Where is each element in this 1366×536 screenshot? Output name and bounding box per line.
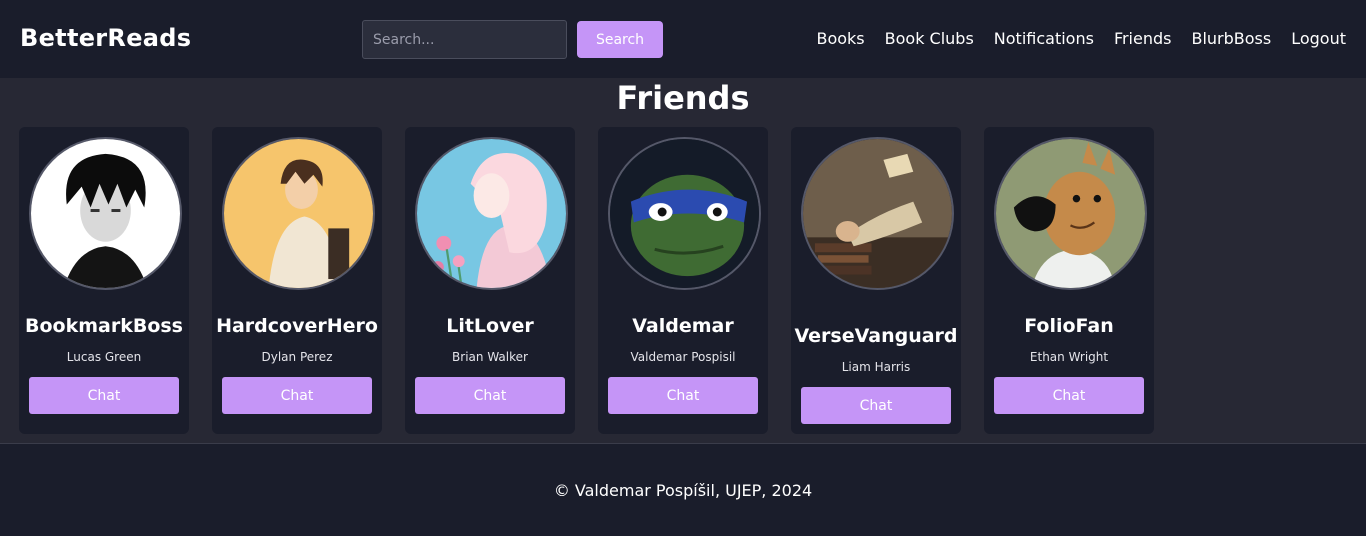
friend-username: LitLover <box>446 315 534 337</box>
search-button[interactable]: Search <box>577 21 663 58</box>
friend-card: HardcoverHero Dylan Perez Chat <box>212 127 382 434</box>
nav-link-friends[interactable]: Friends <box>1114 29 1172 48</box>
chat-button[interactable]: Chat <box>994 377 1144 414</box>
nav-link-book-clubs[interactable]: Book Clubs <box>885 29 974 48</box>
nav-link-blurbboss[interactable]: BlurbBoss <box>1191 29 1271 48</box>
nav-link-notifications[interactable]: Notifications <box>994 29 1094 48</box>
page-title: Friends <box>616 79 750 117</box>
brand-logo[interactable]: BetterReads <box>20 24 191 52</box>
chat-button[interactable]: Chat <box>608 377 758 414</box>
friend-full-name: Valdemar Pospisil <box>630 350 736 364</box>
nav-link-logout[interactable]: Logout <box>1291 29 1346 48</box>
friend-full-name: Brian Walker <box>452 350 528 364</box>
friend-full-name: Dylan Perez <box>261 350 333 364</box>
footer: © Valdemar Pospíšil, UJEP, 2024 <box>0 445 1366 536</box>
friend-card: Valdemar Valdemar Pospisil Chat <box>598 127 768 434</box>
man-reading-painting-avatar <box>801 137 954 290</box>
anime-boy-hoodie-avatar <box>222 137 375 290</box>
search-input[interactable] <box>362 20 567 59</box>
chat-button[interactable]: Chat <box>415 377 565 414</box>
friend-full-name: Liam Harris <box>841 360 911 374</box>
friend-username: FolioFan <box>1024 315 1114 337</box>
friend-full-name: Ethan Wright <box>1029 350 1109 364</box>
dark-haired-anime-boy-avatar <box>29 137 182 290</box>
nav-link-books[interactable]: Books <box>816 29 864 48</box>
chat-button[interactable]: Chat <box>222 377 372 414</box>
ninja-turtle-avatar <box>608 137 761 290</box>
footer-copyright: © Valdemar Pospíšil, UJEP, 2024 <box>553 481 813 500</box>
nav-links: Books Book Clubs Notifications Friends B… <box>816 29 1346 48</box>
friend-username: VerseVanguard <box>794 325 958 347</box>
anime-girl-flowers-avatar <box>415 137 568 290</box>
friend-card: FolioFan Ethan Wright Chat <box>984 127 1154 434</box>
chat-button[interactable]: Chat <box>801 387 951 424</box>
friend-full-name: Lucas Green <box>66 350 142 364</box>
friends-section: Friends BookmarkBoss Lucas Green Chat Ha… <box>0 78 1366 444</box>
friend-card: VerseVanguard Liam Harris Chat <box>791 127 961 434</box>
friend-username: HardcoverHero <box>216 315 378 337</box>
friend-username: Valdemar <box>632 315 734 337</box>
chat-button[interactable]: Chat <box>29 377 179 414</box>
cartoon-dog-sweater-avatar <box>994 137 1147 290</box>
friend-card: LitLover Brian Walker Chat <box>405 127 575 434</box>
friend-username: BookmarkBoss <box>24 315 183 337</box>
friend-card: BookmarkBoss Lucas Green Chat <box>19 127 189 434</box>
navbar: BetterReads Search Books Book Clubs Noti… <box>0 0 1366 78</box>
